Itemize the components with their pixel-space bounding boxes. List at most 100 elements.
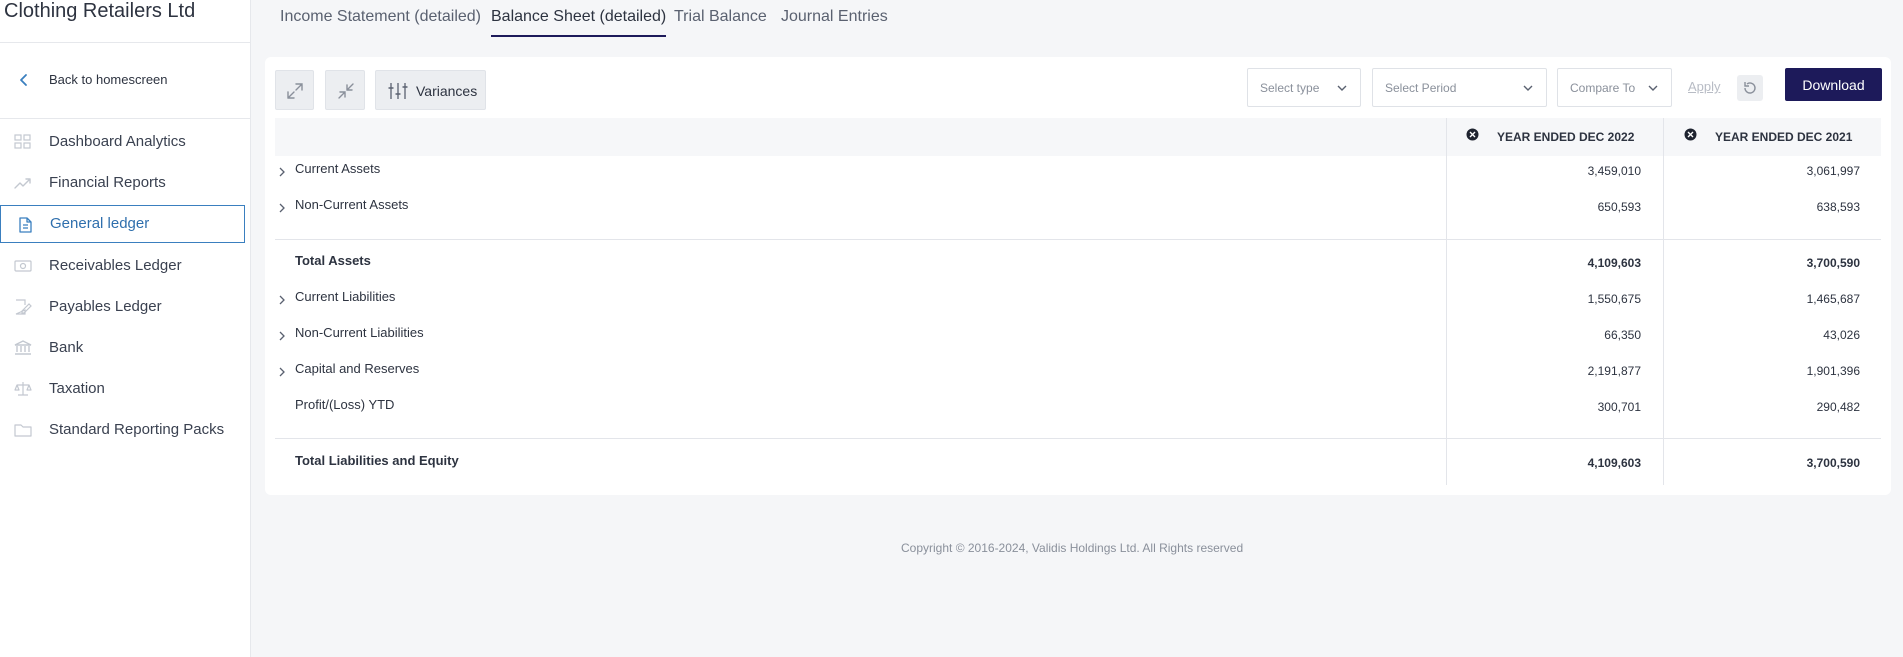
select-type-dropdown[interactable]: Select type — [1247, 68, 1361, 107]
sidebar-item-label: Payables Ledger — [49, 298, 162, 315]
cell-2021: 638,593 — [1816, 200, 1860, 214]
cell-2021: 1,901,396 — [1806, 364, 1860, 378]
row-label: Capital and Reserves — [295, 361, 420, 376]
trend-up-icon — [14, 178, 31, 189]
remove-column-icon[interactable] — [1466, 128, 1479, 141]
table-row: Non-Current Assets 650,593 638,593 — [275, 193, 1881, 223]
sidebar-item-label: Taxation — [49, 380, 105, 397]
tab-journal-entries[interactable]: Journal Entries — [781, 8, 888, 38]
sidebar-divider — [0, 118, 251, 119]
table-row: Profit/(Loss) YTD 300,701 290,482 — [275, 393, 1881, 423]
cell-2021: 3,700,590 — [1806, 456, 1860, 470]
pen-document-icon — [15, 299, 32, 315]
cell-2022: 3,459,010 — [1587, 164, 1641, 178]
cell-2022: 4,109,603 — [1587, 256, 1641, 270]
sidebar-item-label: General ledger — [50, 215, 150, 232]
cell-2021: 3,700,590 — [1806, 256, 1860, 270]
row-label: Non-Current Liabilities — [295, 325, 424, 340]
sidebar-item-label: Financial Reports — [49, 174, 166, 191]
tab-income-statement[interactable]: Income Statement (detailed) — [280, 8, 481, 38]
sidebar-item-dashboard-analytics[interactable]: Dashboard Analytics — [0, 123, 245, 161]
row-label: Current Liabilities — [295, 289, 396, 304]
back-to-homescreen-link[interactable]: Back to homescreen — [0, 64, 251, 96]
chevron-right-icon[interactable] — [277, 202, 287, 214]
chevron-right-icon[interactable] — [277, 330, 287, 342]
column-header-2021: YEAR ENDED DEC 2021 — [1715, 130, 1853, 144]
table-row: Current Liabilities 1,550,675 1,465,687 — [275, 285, 1881, 315]
sidebar-item-standard-reporting-packs[interactable]: Standard Reporting Packs — [0, 411, 245, 449]
copyright-text: Copyright © 2016-2024, Validis Holdings … — [901, 541, 1244, 555]
cell-2022: 4,109,603 — [1587, 456, 1641, 470]
cell-2021: 1,465,687 — [1806, 292, 1860, 306]
chevron-right-icon[interactable] — [277, 294, 287, 306]
compare-to-placeholder: Compare To — [1570, 81, 1636, 95]
expand-icon — [287, 83, 303, 99]
sidebar-item-financial-reports[interactable]: Financial Reports — [0, 164, 245, 202]
sidebar-item-taxation[interactable]: Taxation — [0, 370, 245, 408]
cell-2022: 2,191,877 — [1587, 364, 1641, 378]
table-row: Capital and Reserves 2,191,877 1,901,396 — [275, 357, 1881, 387]
cell-2022: 300,701 — [1597, 400, 1641, 414]
grid-icon — [14, 134, 31, 149]
table-header: YEAR ENDED DEC 2022 YEAR ENDED DEC 2021 — [275, 118, 1881, 156]
chevron-down-icon — [1337, 85, 1347, 91]
folder-icon — [14, 424, 32, 437]
chevron-right-icon[interactable] — [277, 166, 287, 178]
select-type-placeholder: Select type — [1260, 81, 1320, 95]
sidebar: Clothing Retailers Ltd Back to homescree… — [0, 0, 251, 657]
chevron-right-icon[interactable] — [277, 366, 287, 378]
sidebar-divider — [0, 42, 251, 43]
row-label: Current Assets — [295, 161, 381, 176]
chevron-down-icon — [1523, 85, 1533, 91]
table-row: Non-Current Liabilities 66,350 43,026 — [275, 321, 1881, 351]
sidebar-item-bank[interactable]: Bank — [0, 329, 245, 367]
table-row-total: Total Liabilities and Equity 4,109,603 3… — [275, 449, 1881, 479]
compare-to-dropdown[interactable]: Compare To — [1557, 68, 1672, 107]
bank-icon — [14, 340, 32, 355]
cell-2021: 43,026 — [1823, 328, 1860, 342]
sidebar-item-label: Receivables Ledger — [49, 257, 182, 274]
cash-icon — [14, 260, 32, 272]
cell-2021: 3,061,997 — [1806, 164, 1860, 178]
reset-button[interactable] — [1737, 75, 1763, 101]
collapse-icon — [338, 83, 354, 99]
remove-column-icon[interactable] — [1684, 128, 1697, 141]
table-row: Current Assets 3,459,010 3,061,997 — [275, 157, 1881, 187]
sidebar-item-payables-ledger[interactable]: Payables Ledger — [0, 288, 245, 326]
cell-2022: 1,550,675 — [1587, 292, 1641, 306]
report-card: Variances Select type Select Period Comp… — [265, 57, 1891, 495]
apply-button[interactable]: Apply — [1688, 79, 1721, 94]
row-label: Total Assets — [295, 253, 371, 268]
collapse-all-button[interactable] — [325, 70, 365, 110]
sidebar-item-label: Bank — [49, 339, 84, 356]
row-divider — [275, 438, 1881, 439]
download-button[interactable]: Download — [1785, 68, 1882, 101]
sidebar-item-general-ledger[interactable]: General ledger — [0, 205, 245, 243]
tab-trial-balance[interactable]: Trial Balance — [674, 8, 767, 38]
column-header-2022: YEAR ENDED DEC 2022 — [1497, 130, 1635, 144]
sidebar-item-label: Dashboard Analytics — [49, 133, 186, 150]
select-period-dropdown[interactable]: Select Period — [1372, 68, 1547, 107]
expand-all-button[interactable] — [275, 70, 314, 110]
company-name: Clothing Retailers Ltd — [4, 0, 196, 22]
sidebar-item-label: Standard Reporting Packs — [49, 421, 225, 438]
reset-icon — [1744, 82, 1756, 94]
select-period-placeholder: Select Period — [1385, 81, 1457, 95]
cell-2022: 650,593 — [1597, 200, 1641, 214]
scales-icon — [14, 382, 32, 396]
row-divider — [275, 239, 1881, 240]
sliders-icon — [388, 83, 408, 99]
sidebar-item-receivables-ledger[interactable]: Receivables Ledger — [0, 247, 245, 285]
cell-2022: 66,350 — [1604, 328, 1641, 342]
tab-balance-sheet[interactable]: Balance Sheet (detailed) — [491, 8, 667, 38]
chevron-down-icon — [1648, 85, 1658, 91]
table-row-total: Total Assets 4,109,603 3,700,590 — [275, 249, 1881, 279]
back-label: Back to homescreen — [49, 72, 168, 87]
cell-2021: 290,482 — [1816, 400, 1860, 414]
row-label: Profit/(Loss) YTD — [295, 397, 395, 412]
chevron-left-icon — [20, 74, 27, 86]
row-label: Total Liabilities and Equity — [295, 453, 459, 468]
row-label: Non-Current Assets — [295, 197, 409, 212]
document-icon — [19, 217, 32, 233]
variances-button[interactable]: Variances — [375, 70, 486, 110]
